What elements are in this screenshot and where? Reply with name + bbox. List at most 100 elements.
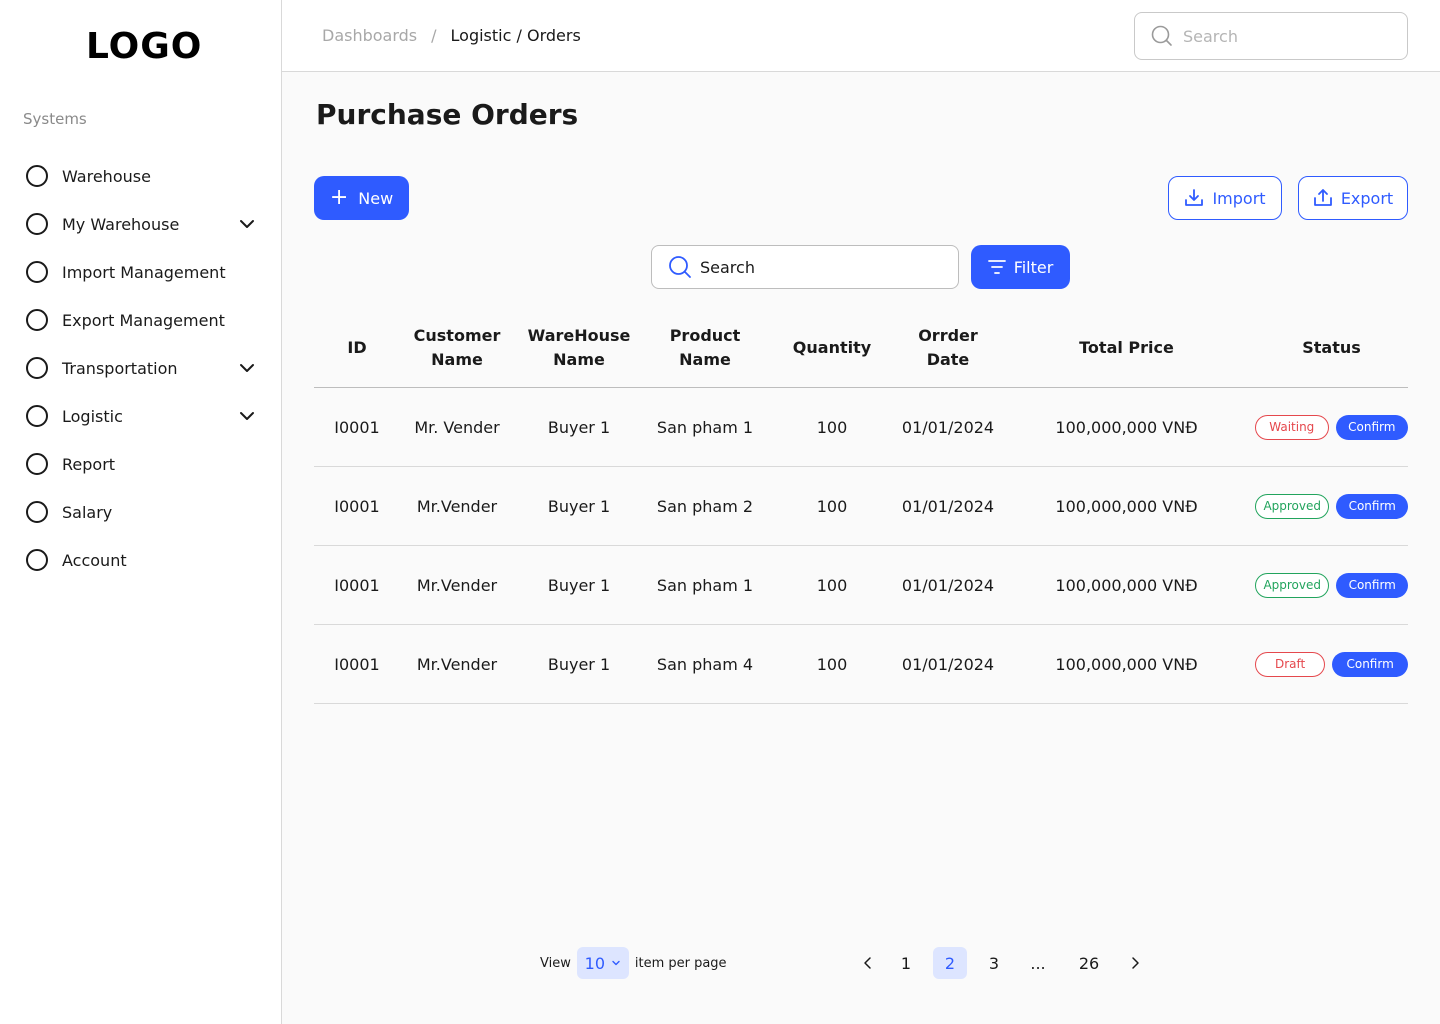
filter-button[interactable]: Filter — [971, 245, 1070, 289]
cell-id: I0001 — [334, 496, 380, 516]
circle-icon — [26, 261, 48, 283]
plus-icon: + — [329, 185, 349, 210]
table-search-box[interactable] — [651, 245, 959, 289]
top-search-box[interactable] — [1134, 12, 1408, 60]
page-button-3[interactable]: 3 — [977, 947, 1011, 979]
confirm-button[interactable]: Confirm — [1332, 651, 1408, 677]
sidebar-item-import-management[interactable]: Import Management — [26, 248, 262, 296]
new-button-label: New — [358, 188, 394, 208]
cell-total-price: 100,000,000 VNĐ — [1055, 496, 1198, 516]
sidebar-item-export-management[interactable]: Export Management — [26, 296, 262, 344]
confirm-button[interactable]: Confirm — [1336, 572, 1408, 598]
previous-page-button[interactable] — [852, 947, 884, 979]
page-button-2-current[interactable]: 2 — [933, 947, 967, 979]
cell-status: Approved Confirm — [1255, 572, 1408, 598]
logo: LOGO — [86, 26, 203, 67]
sidebar-item-label: Import Management — [62, 262, 226, 282]
chevron-right-icon — [1132, 957, 1139, 969]
sidebar-item-logistic[interactable]: Logistic — [26, 392, 262, 440]
filter-icon — [987, 260, 1006, 274]
sidebar-item-label: Export Management — [62, 310, 225, 330]
sidebar-item-label: Salary — [62, 502, 113, 522]
cell-order-date: 01/01/2024 — [901, 496, 995, 516]
sidebar-section-label: Systems — [23, 110, 87, 128]
column-header-total-price: Total Price — [1079, 337, 1174, 357]
search-icon — [1151, 25, 1172, 46]
sidebar-nav: Warehouse My Warehouse Import Management… — [26, 152, 262, 584]
cell-id: I0001 — [334, 654, 380, 674]
circle-icon — [26, 453, 48, 475]
chevron-left-icon — [864, 957, 871, 969]
chevron-down-icon — [612, 960, 620, 966]
table-row[interactable]: I0001 Mr.Vender Buyer 1 San pham 2 100 0… — [314, 467, 1408, 546]
status-badge: Draft — [1255, 651, 1326, 677]
cell-quantity: 100 — [816, 496, 848, 516]
cell-id: I0001 — [334, 417, 380, 437]
sidebar-item-my-warehouse[interactable]: My Warehouse — [26, 200, 262, 248]
sidebar-item-salary[interactable]: Salary — [26, 488, 262, 536]
per-page-value: 10 — [584, 953, 606, 973]
cell-status: Draft Confirm — [1255, 651, 1408, 677]
cell-total-price: 100,000,000 VNĐ — [1055, 575, 1198, 595]
sidebar-item-account[interactable]: Account — [26, 536, 262, 584]
circle-icon — [26, 405, 48, 427]
chevron-down-icon[interactable] — [238, 407, 256, 425]
status-badge: Approved — [1255, 572, 1330, 598]
chevron-down-icon[interactable] — [238, 359, 256, 377]
next-page-button[interactable] — [1119, 947, 1151, 979]
sidebar-item-label: Transportation — [62, 358, 178, 378]
cell-order-date: 01/01/2024 — [901, 575, 995, 595]
page-title: Purchase Orders — [316, 98, 579, 131]
cell-status: Waiting Confirm — [1255, 414, 1408, 440]
import-button[interactable]: Import — [1168, 176, 1282, 220]
per-page-suffix: item per page — [634, 955, 727, 971]
table-row[interactable]: I0001 Mr. Vender Buyer 1 San pham 1 100 … — [314, 388, 1408, 467]
cell-total-price: 100,000,000 VNĐ — [1055, 417, 1198, 437]
circle-icon — [26, 213, 48, 235]
confirm-button[interactable]: Confirm — [1335, 414, 1408, 440]
search-icon — [669, 256, 691, 278]
cell-warehouse-name: Buyer 1 — [547, 417, 611, 437]
table-row[interactable]: I0001 Mr.Vender Buyer 1 San pham 1 100 0… — [314, 546, 1408, 625]
column-header-warehouse-name: WareHouse Name — [527, 325, 631, 369]
breadcrumb-root[interactable]: Dashboards — [322, 26, 417, 45]
sidebar-item-label: Account — [62, 550, 127, 570]
circle-icon — [26, 549, 48, 571]
per-page-view-label: View — [540, 955, 571, 971]
table-row[interactable]: I0001 Mr.Vender Buyer 1 San pham 4 100 0… — [314, 625, 1408, 704]
cell-product-name: San pham 1 — [656, 417, 754, 437]
column-header-status: Status — [1302, 337, 1361, 357]
export-button-label: Export — [1340, 188, 1394, 208]
confirm-button[interactable]: Confirm — [1336, 493, 1408, 519]
new-button[interactable]: + New — [314, 176, 409, 220]
sidebar-item-label: Report — [62, 454, 116, 474]
cell-product-name: San pham 1 — [656, 575, 754, 595]
circle-icon — [26, 501, 48, 523]
cell-id: I0001 — [334, 575, 380, 595]
sidebar-item-label: Logistic — [62, 406, 123, 426]
export-button[interactable]: Export — [1298, 176, 1408, 220]
column-header-id: ID — [347, 337, 367, 357]
circle-icon — [26, 309, 48, 331]
breadcrumb-current: Logistic / Orders — [450, 26, 581, 45]
status-badge: Waiting — [1255, 414, 1329, 440]
cell-customer-name: Mr.Vender — [416, 496, 498, 516]
circle-icon — [26, 165, 48, 187]
cell-customer-name: Mr.Vender — [416, 654, 498, 674]
top-search-input[interactable] — [1183, 26, 1383, 46]
cell-customer-name: Mr. Vender — [414, 417, 500, 437]
cell-order-date: 01/01/2024 — [901, 654, 995, 674]
sidebar-item-warehouse[interactable]: Warehouse — [26, 152, 262, 200]
cell-product-name: San pham 2 — [656, 496, 754, 516]
per-page-select[interactable]: 10 — [576, 947, 629, 979]
sidebar-item-transportation[interactable]: Transportation — [26, 344, 262, 392]
table-search-input[interactable] — [700, 257, 940, 277]
cell-warehouse-name: Buyer 1 — [547, 575, 611, 595]
sidebar-item-report[interactable]: Report — [26, 440, 262, 488]
chevron-down-icon[interactable] — [238, 215, 256, 233]
upload-icon — [1313, 189, 1332, 206]
page-button-26[interactable]: 26 — [1072, 947, 1106, 979]
page-button-1[interactable]: 1 — [889, 947, 923, 979]
cell-total-price: 100,000,000 VNĐ — [1055, 654, 1198, 674]
breadcrumb-separator: / — [431, 26, 437, 45]
